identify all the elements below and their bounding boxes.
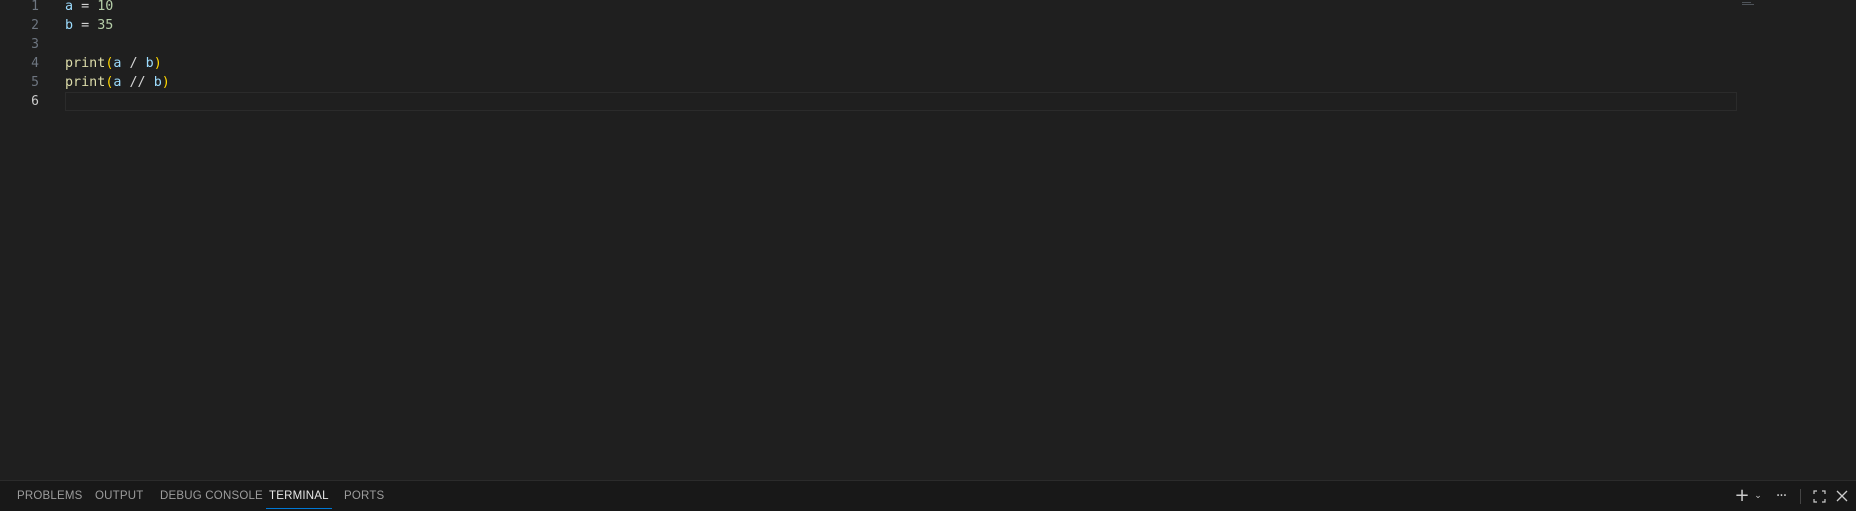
code-token: print xyxy=(65,56,106,71)
code-token: print xyxy=(65,75,106,90)
code-line[interactable]: 4 print(a / b) xyxy=(0,54,1735,73)
code-token: 35 xyxy=(97,18,114,33)
code-token: a xyxy=(65,0,74,14)
current-line-highlight xyxy=(65,92,1737,111)
bottom-panel: PROBLEMS OUTPUT DEBUG CONSOLE TERMINAL P… xyxy=(0,480,1856,511)
chevron-down-icon[interactable]: ⌄ xyxy=(1752,481,1764,511)
line-number: 3 xyxy=(31,37,39,52)
tab-output[interactable]: OUTPUT xyxy=(95,481,143,511)
code-token: b xyxy=(153,75,162,90)
line-number: 1 xyxy=(31,0,39,14)
close-icon[interactable] xyxy=(1834,481,1850,511)
minimap[interactable] xyxy=(1742,2,1756,7)
tab-problems[interactable]: PROBLEMS xyxy=(17,481,83,511)
tab-debug-console[interactable]: DEBUG CONSOLE xyxy=(160,481,263,511)
maximize-icon[interactable] xyxy=(1811,481,1827,511)
code-text[interactable]: print(a // b) xyxy=(65,73,170,92)
code-editor[interactable]: 1 a = 10 2 b = 35 3 4 print(a / b) 5 pri… xyxy=(0,0,1856,480)
code-token: ) xyxy=(161,75,170,90)
code-text[interactable]: b = 35 xyxy=(65,16,113,35)
code-text[interactable]: print(a / b) xyxy=(65,54,162,73)
line-number-active: 6 xyxy=(31,94,39,109)
ellipsis-icon[interactable]: ··· xyxy=(1770,481,1792,511)
plus-icon[interactable]: + xyxy=(1733,481,1751,511)
code-token: / xyxy=(121,56,146,71)
code-token: = xyxy=(73,18,98,33)
code-text[interactable]: a = 10 xyxy=(65,0,113,16)
code-token: ) xyxy=(153,56,162,71)
code-line[interactable]: 2 b = 35 xyxy=(0,16,1735,35)
code-token: = xyxy=(73,0,98,14)
code-line[interactable]: 3 xyxy=(0,35,1735,54)
code-token: b xyxy=(65,18,74,33)
code-line[interactable]: 5 print(a // b) xyxy=(0,73,1735,92)
code-line-active[interactable]: 6 xyxy=(0,92,1737,111)
code-line[interactable]: 1 a = 10 xyxy=(0,0,1735,16)
line-number: 5 xyxy=(31,75,39,90)
code-token: // xyxy=(121,75,154,90)
tab-terminal[interactable]: TERMINAL xyxy=(266,481,332,511)
line-number: 2 xyxy=(31,18,39,33)
tab-ports[interactable]: PORTS xyxy=(344,481,384,511)
toolbar-divider xyxy=(1800,489,1801,504)
code-token: b xyxy=(145,56,154,71)
line-number: 4 xyxy=(31,56,39,71)
code-token: 10 xyxy=(97,0,114,14)
